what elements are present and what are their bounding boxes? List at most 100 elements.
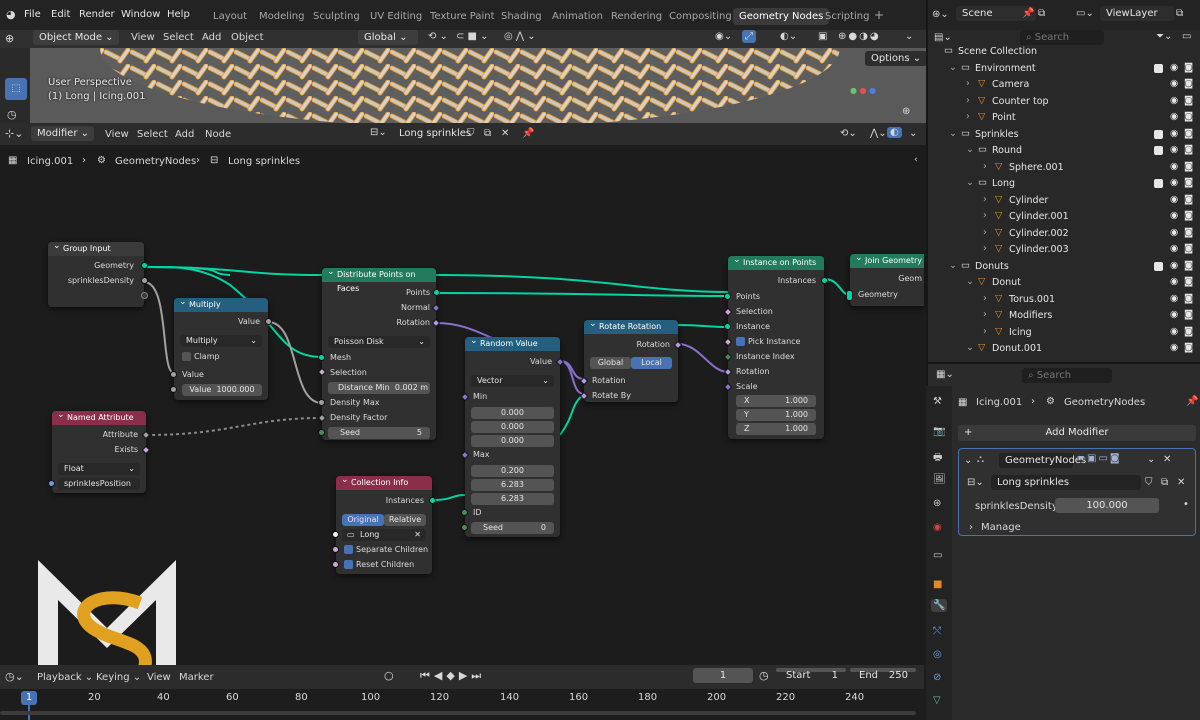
clear-icon[interactable]: ✕ <box>414 529 421 541</box>
modifier-menu-icon[interactable]: ⌄ <box>1147 454 1155 465</box>
shading-options-icon[interactable]: ⌄ <box>905 31 913 42</box>
menu-view[interactable]: View <box>147 672 171 683</box>
navigation-gizmo[interactable]: ● ● ● <box>850 86 876 95</box>
empty-socket[interactable] <box>141 292 148 299</box>
bool-socket[interactable] <box>332 546 339 553</box>
max-z-field[interactable]: 6.283 <box>471 493 554 505</box>
node-tree-icon[interactable]: ⊟⌄ <box>370 127 387 138</box>
visibility-eye-icon[interactable]: ◉ <box>1170 243 1178 254</box>
zoom-icon[interactable]: ⊕ <box>902 106 910 117</box>
render-camera-icon[interactable]: ◙ <box>1184 177 1193 188</box>
bool-socket[interactable] <box>332 561 339 568</box>
exclude-checkbox[interactable] <box>1154 129 1163 139</box>
playhead[interactable]: 1 <box>21 691 37 705</box>
outliner-row[interactable]: ⌄ ▭ Donuts ◉ ◙ <box>928 259 1200 275</box>
properties-modifier-crumb[interactable]: GeometryNodes <box>1064 397 1145 408</box>
manage-chevron-icon[interactable]: › <box>969 522 973 533</box>
render-camera-icon[interactable]: ◙ <box>1184 227 1193 238</box>
node-collection-info[interactable]: Collection Info Instances Original Relat… <box>332 473 436 574</box>
constraints-tab-icon[interactable]: ⊘ <box>933 672 941 683</box>
visibility-eye-icon[interactable]: ◉ <box>1170 227 1178 238</box>
menu-render[interactable]: Render <box>79 9 115 20</box>
outliner-row[interactable]: ⌄ ▭ Long ◉ ◙ <box>928 176 1200 192</box>
min-x-field[interactable]: 0.000 <box>471 407 554 419</box>
render-camera-icon[interactable]: ◙ <box>1184 95 1193 106</box>
scale-x-field[interactable]: X 1.000 <box>736 395 816 407</box>
menu-marker[interactable]: Marker <box>179 672 214 683</box>
render-tab-icon[interactable]: 📷 <box>933 426 945 437</box>
original-toggle[interactable]: Original <box>342 514 384 526</box>
current-frame-field[interactable]: 1 <box>693 668 753 683</box>
pin-icon[interactable]: 📌 <box>1186 396 1198 407</box>
outliner-display-icon[interactable]: ▤⌄ <box>934 32 952 43</box>
render-camera-icon[interactable]: ◙ <box>1184 62 1193 73</box>
outliner-row[interactable]: › ▽ Torus.001 ◉ ◙ <box>928 292 1200 308</box>
outliner-row[interactable]: ⌄ ▭ Environment ◉ ◙ <box>928 61 1200 77</box>
object-tab-icon[interactable]: ■ <box>933 579 942 590</box>
menu-file[interactable]: File <box>24 9 41 20</box>
tab-scripting[interactable]: Scripting <box>825 11 869 22</box>
node-canvas[interactable]: ▦ Icing.001 › ⚙ GeometryNodes › ⊟ Long s… <box>0 145 924 683</box>
expand-chevron-icon[interactable]: ⌄ <box>966 177 974 188</box>
visibility-eye-icon[interactable]: ◉ <box>1170 78 1178 89</box>
exclude-checkbox[interactable] <box>1154 179 1163 188</box>
visibility-eye-icon[interactable]: ◉ <box>1170 194 1178 205</box>
visibility-eye-icon[interactable]: ◉ <box>1170 161 1178 172</box>
expand-chevron-icon[interactable]: ⌄ <box>966 276 974 287</box>
add-workspace-icon[interactable]: + <box>874 8 884 22</box>
snap-node-icon[interactable]: ⟲⌄ <box>840 128 857 139</box>
node-instance-on-points[interactable]: Instance on Points Instances Points Sele… <box>723 253 828 439</box>
expand-chevron-icon[interactable]: ⌄ <box>949 128 957 139</box>
expand-chevron-icon[interactable]: › <box>983 293 987 304</box>
scale-y-field[interactable]: Y 1.000 <box>736 409 816 421</box>
ne-menu-add[interactable]: Add <box>175 129 194 140</box>
render-camera-icon[interactable]: ◙ <box>1184 194 1193 205</box>
vp-menu-add[interactable]: Add <box>202 32 221 43</box>
menu-keying[interactable]: Keying ⌄ <box>96 672 141 683</box>
node-tree-name-field[interactable]: Long sprinkles <box>393 126 471 141</box>
properties-editor-icon[interactable]: ▦⌄ <box>936 369 954 380</box>
node-overlay-icon[interactable]: ◐ <box>887 127 902 138</box>
filter-icon[interactable]: ⏷⌄ <box>1156 31 1172 42</box>
render-camera-icon[interactable]: ◙ <box>1184 161 1193 172</box>
visibility-eye-icon[interactable]: ◉ <box>1170 111 1178 122</box>
min-y-field[interactable]: 0.000 <box>471 421 554 433</box>
start-frame-field[interactable]: Start 1 <box>776 668 846 681</box>
tab-animation[interactable]: Animation <box>552 11 603 22</box>
max-x-field[interactable]: 0.200 <box>471 465 554 477</box>
render-camera-icon[interactable]: ◙ <box>1184 260 1193 271</box>
outliner-row[interactable]: › ▽ Point ◉ ◙ <box>928 110 1200 126</box>
expand-chevron-icon[interactable]: › <box>983 227 987 238</box>
ne-menu-select[interactable]: Select <box>137 129 168 140</box>
pin-icon[interactable]: 📌 <box>522 128 534 139</box>
options-button[interactable]: Options ⌄ <box>865 51 926 66</box>
view-layer-icon[interactable]: ▭⌄ <box>1076 8 1094 19</box>
pivot-icon[interactable]: ⟲ ⌄ <box>428 31 448 42</box>
end-frame-field[interactable]: End 250 <box>850 668 916 681</box>
visibility-eye-icon[interactable]: ◉ <box>1170 342 1178 353</box>
node-multiply[interactable]: Multiply Value Multiply⌄ Clamp Value Val… <box>170 295 272 400</box>
expand-chevron-icon[interactable]: › <box>966 111 970 122</box>
duplicate-tree-icon[interactable]: ⧉ <box>484 128 491 139</box>
gizmo-toggle-icon[interactable]: ⤢ <box>742 30 756 43</box>
render-camera-icon[interactable]: ◙ <box>1184 293 1193 304</box>
tab-sculpting[interactable]: Sculpting <box>313 11 360 22</box>
separate-children-checkbox[interactable] <box>344 545 353 554</box>
tab-modeling[interactable]: Modeling <box>259 11 305 22</box>
render-camera-icon[interactable]: ◙ <box>1184 342 1193 353</box>
node-header[interactable]: Named Attribute <box>52 408 146 425</box>
node-header[interactable]: Group Input <box>48 239 144 256</box>
timeline-scrollbar[interactable] <box>0 711 916 715</box>
menu-window[interactable]: Window <box>121 9 160 20</box>
timeline-editor-icon[interactable]: ◷⌄ <box>5 670 24 683</box>
modifier-panel[interactable]: ⌄ ⛬ GeometryNodes ⏷▣▭◙ ⌄ ✕ ⊟⌄ Long sprin… <box>958 448 1196 536</box>
expand-chevron-icon[interactable]: ⌄ <box>966 144 974 155</box>
node-distribute-points[interactable]: Distribute Points on Faces Points Normal… <box>317 265 441 440</box>
node-rotate-rotation[interactable]: Rotate Rotation Rotation Global Local Ro… <box>579 317 683 402</box>
node-random-value[interactable]: Random Value Value Vector⌄ Min 0.000 0.0… <box>460 334 565 537</box>
expand-chevron-icon[interactable]: › <box>983 194 987 205</box>
node-header[interactable]: Rotate Rotation <box>584 317 678 334</box>
random-type-dropdown[interactable]: Vector ⌄ <box>471 375 554 387</box>
node-overlay-dropdown-icon[interactable]: ⌄ <box>909 128 917 139</box>
record-icon[interactable]: ○ <box>384 669 394 682</box>
